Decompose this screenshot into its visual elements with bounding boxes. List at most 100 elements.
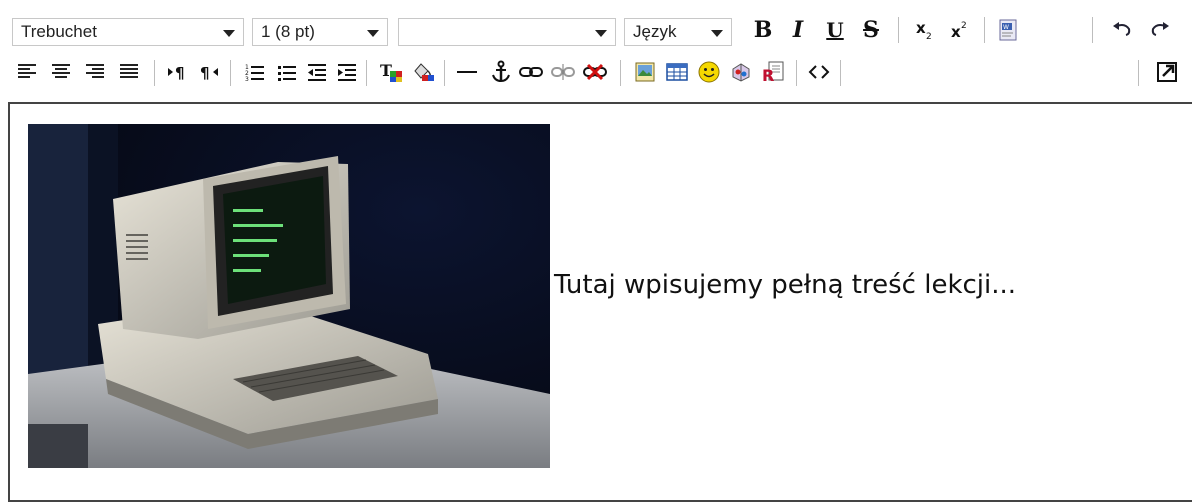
computer-image[interactable] <box>28 124 550 468</box>
language-label: Język <box>633 22 677 41</box>
ordered-list-icon: 1 2 3 <box>245 64 264 83</box>
background-color-button[interactable] <box>410 58 436 86</box>
strikethrough-button[interactable]: S <box>858 16 884 44</box>
superscript-button[interactable]: x 2 <box>947 16 973 44</box>
paste-word-icon: W <box>999 19 1017 41</box>
strikethrough-icon: S <box>863 17 879 43</box>
align-center-button[interactable] <box>48 58 74 86</box>
svg-text:¶: ¶ <box>175 64 185 82</box>
image-button[interactable] <box>632 58 658 86</box>
underline-icon: U <box>826 18 844 42</box>
redo-icon <box>1151 22 1169 36</box>
align-left-icon <box>18 64 36 78</box>
fullscreen-button[interactable] <box>1154 58 1180 86</box>
indent-icon <box>338 64 356 81</box>
lesson-content-text[interactable]: Tutaj wpisujemy pełną treść lekcji... <box>554 270 1016 300</box>
font-family-select[interactable]: Trebuchet <box>12 18 244 46</box>
table-icon <box>666 63 688 81</box>
editor-toolbar: Trebuchet 1 (8 pt) Język B I U S x 2 x 2 <box>0 0 1192 100</box>
toolbar-separator <box>444 60 445 86</box>
search-replace-icon: R <box>762 61 784 84</box>
outdent-button[interactable] <box>304 58 330 86</box>
svg-text:W: W <box>1003 24 1009 31</box>
align-right-button[interactable] <box>82 58 108 86</box>
background-color-icon <box>414 63 434 81</box>
link-icon <box>519 67 543 77</box>
toolbar-separator <box>230 60 231 86</box>
svg-text:2: 2 <box>961 21 967 31</box>
ltr-button[interactable]: ¶ <box>164 58 190 86</box>
unlink-button[interactable] <box>550 58 576 86</box>
ordered-list-button[interactable]: 1 2 3 <box>242 58 268 86</box>
undo-button[interactable] <box>1110 16 1136 44</box>
fullscreen-icon <box>1157 62 1177 82</box>
toolbar-separator <box>796 60 797 86</box>
toolbar-separator <box>1092 17 1093 43</box>
svg-text:x: x <box>951 23 961 41</box>
align-center-icon <box>52 64 70 78</box>
unordered-list-button[interactable] <box>274 58 300 86</box>
indent-button[interactable] <box>334 58 360 86</box>
horizontal-rule-icon <box>457 71 477 73</box>
svg-text:2: 2 <box>926 32 932 41</box>
anchor-button[interactable] <box>488 58 514 86</box>
font-size-select[interactable]: 1 (8 pt) <box>252 18 388 46</box>
align-left-button[interactable] <box>14 58 40 86</box>
align-right-icon <box>86 64 104 78</box>
moodle-media-button[interactable] <box>728 58 754 86</box>
toolbar-separator <box>898 17 899 43</box>
bold-icon: B <box>753 17 773 43</box>
horizontal-rule-button[interactable] <box>454 58 480 86</box>
toolbar-separator <box>984 17 985 43</box>
subscript-button[interactable]: x 2 <box>912 16 938 44</box>
outdent-icon <box>308 64 326 81</box>
unordered-list-icon <box>278 66 296 81</box>
chevron-down-icon <box>595 30 607 37</box>
chevron-down-icon <box>711 30 723 37</box>
format-select[interactable] <box>398 18 616 46</box>
search-replace-button[interactable]: R <box>760 58 786 86</box>
nolink-button[interactable] <box>582 58 608 86</box>
svg-text:3: 3 <box>245 76 249 83</box>
redo-button[interactable] <box>1146 16 1172 44</box>
svg-text:R: R <box>762 66 774 84</box>
image-icon <box>635 62 655 82</box>
italic-icon: I <box>792 17 804 43</box>
html-source-icon <box>808 65 830 79</box>
toolbar-separator <box>154 60 155 86</box>
toolbar-separator <box>840 60 841 86</box>
toolbar-separator <box>1138 60 1139 86</box>
emoticon-button[interactable] <box>696 58 722 86</box>
italic-button[interactable]: I <box>785 16 811 44</box>
unlink-icon <box>551 64 575 80</box>
justify-button[interactable] <box>116 58 142 86</box>
underline-button[interactable]: U <box>822 16 848 44</box>
ltr-icon: ¶ <box>168 64 185 82</box>
rtl-button[interactable]: ¶ <box>196 58 222 86</box>
justify-icon <box>120 64 138 78</box>
paste-word-button[interactable]: W <box>996 16 1022 44</box>
anchor-icon <box>492 60 510 83</box>
moodle-media-icon <box>732 63 750 82</box>
language-select[interactable]: Język <box>624 18 732 46</box>
chevron-down-icon <box>367 30 379 37</box>
chevron-down-icon <box>223 30 235 37</box>
bold-button[interactable]: B <box>750 16 776 44</box>
toolbar-separator <box>620 60 621 86</box>
html-source-button[interactable] <box>806 58 832 86</box>
text-color-icon: T <box>380 61 402 82</box>
editor-content-area[interactable]: Tutaj wpisujemy pełną treść lekcji... <box>8 102 1192 502</box>
table-button[interactable] <box>664 58 690 86</box>
svg-text:x: x <box>916 19 926 37</box>
link-button[interactable] <box>518 58 544 86</box>
superscript-icon: x 2 <box>951 21 967 41</box>
subscript-icon: x 2 <box>916 19 932 41</box>
emoticon-icon <box>698 61 720 83</box>
font-family-value: Trebuchet <box>21 22 97 41</box>
font-size-value: 1 (8 pt) <box>261 22 315 41</box>
nolink-icon <box>583 63 607 81</box>
toolbar-separator <box>366 60 367 86</box>
text-color-button[interactable]: T <box>378 58 404 86</box>
rtl-icon: ¶ <box>200 64 218 82</box>
undo-icon <box>1113 22 1131 36</box>
